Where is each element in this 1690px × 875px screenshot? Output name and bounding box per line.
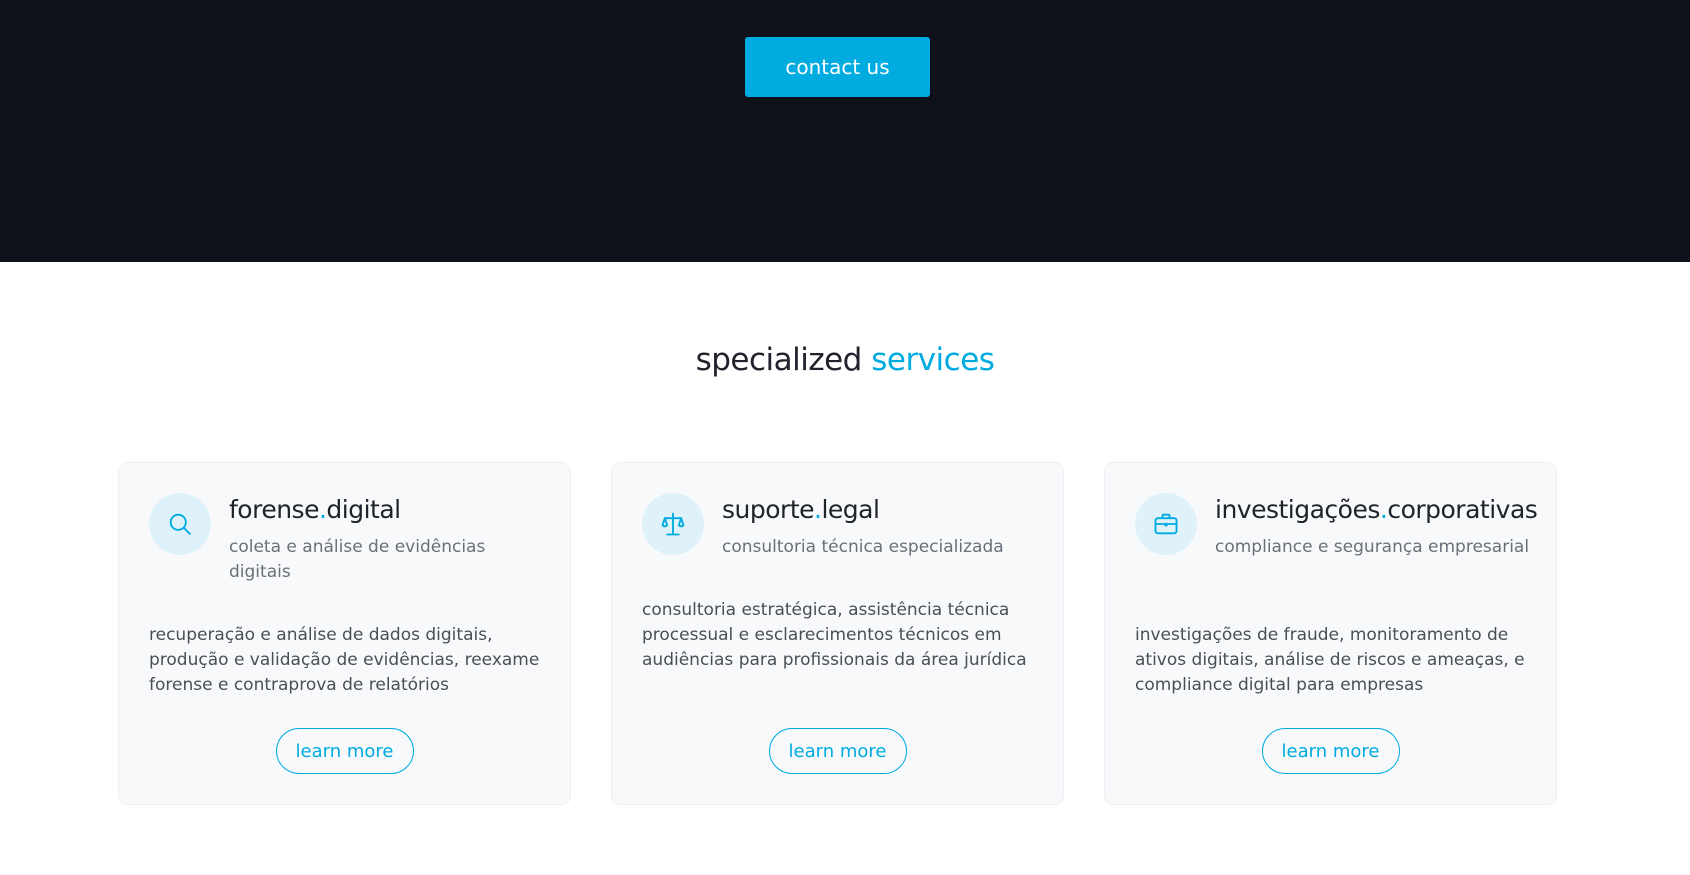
learn-more-button[interactable]: learn more (275, 728, 414, 774)
card-subtitle: coleta e análise de evidências digitais (229, 537, 486, 582)
section-title-main: specialized (695, 342, 863, 378)
service-card-forense-digital: forense.digital coleta e análise de evid… (118, 462, 571, 805)
service-card-investigacoes-corporativas: investigações.corporativas compliance e … (1104, 462, 1557, 805)
card-subtitle: consultoria técnica especializada (722, 537, 1004, 557)
scales-icon (642, 493, 704, 555)
contact-us-button[interactable]: contact us (745, 37, 930, 97)
services-section: specialized services forense.digital col… (0, 262, 1690, 875)
search-icon (149, 493, 211, 555)
section-title: specialized services (0, 342, 1690, 378)
learn-more-button[interactable]: learn more (1261, 728, 1400, 774)
learn-more-button[interactable]: learn more (768, 728, 907, 774)
service-card-suporte-legal: suporte.legal consultoria técnica especi… (611, 462, 1064, 805)
card-title: forense.digital (229, 495, 401, 524)
card-description: consultoria estratégica, assistência téc… (642, 600, 1027, 670)
card-title: investigações.corporativas (1215, 495, 1538, 524)
card-title: suporte.legal (722, 495, 880, 524)
card-subtitle: compliance e segurança empresarial (1215, 537, 1530, 557)
section-title-accent: services (871, 342, 995, 378)
card-description: recuperação e análise de dados digitais,… (149, 625, 540, 695)
card-description: investigações de fraude, monitoramento d… (1135, 625, 1525, 695)
hero-section: contact us (0, 0, 1690, 262)
briefcase-icon (1135, 493, 1197, 555)
